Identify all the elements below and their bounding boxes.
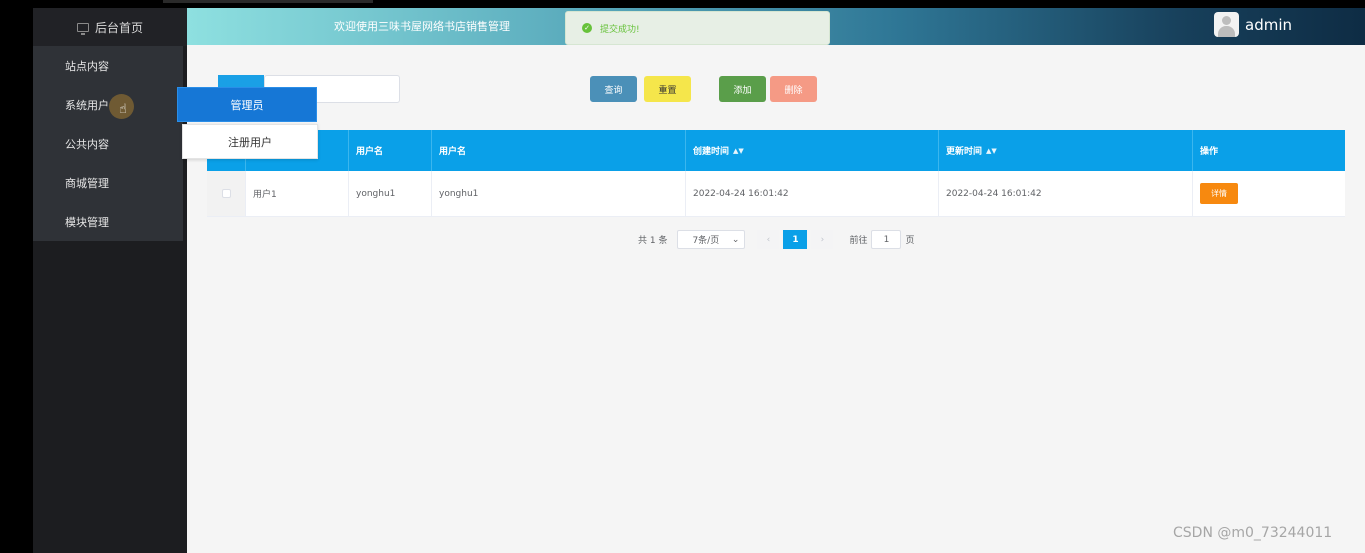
header-updated-time[interactable]: 更新时间 ▲▼ bbox=[939, 130, 1193, 171]
avatar-body bbox=[1218, 26, 1235, 37]
submenu-item-registered-users[interactable]: 注册用户 bbox=[182, 124, 318, 159]
user-table: 用户名 用户名 创建时间 ▲▼ 更新时间 ▲▼ 操作 用户1 yonghu1 y… bbox=[207, 130, 1345, 217]
sort-icon[interactable]: ▲▼ bbox=[733, 147, 744, 155]
header-username[interactable]: admin bbox=[1245, 16, 1292, 34]
query-button[interactable]: 查询 bbox=[590, 76, 637, 102]
header-actions: 操作 bbox=[1200, 147, 1219, 157]
row-select-cell bbox=[207, 171, 246, 216]
page-size-value: 7条/页 bbox=[692, 236, 720, 246]
cell-name: 用户1 bbox=[246, 171, 349, 216]
sidebar-item-label: 模块管理 bbox=[65, 215, 109, 229]
delete-button[interactable]: 删除 bbox=[770, 76, 817, 102]
top-black-strip bbox=[0, 0, 1365, 8]
sort-icon[interactable]: ▲▼ bbox=[986, 147, 997, 155]
table-header: 用户名 用户名 创建时间 ▲▼ 更新时间 ▲▼ 操作 bbox=[207, 130, 1345, 171]
top-marker bbox=[163, 0, 373, 3]
pagination: 共 1 条 7条/页 ⌄ ‹ 1 › 前往 1 页 bbox=[638, 230, 914, 249]
left-black-margin bbox=[0, 8, 33, 553]
avatar-head bbox=[1222, 16, 1231, 25]
goto-page-input[interactable]: 1 bbox=[871, 230, 902, 249]
cell-username: yonghu1 bbox=[349, 171, 432, 216]
success-toast: ✓ 提交成功! bbox=[565, 11, 830, 45]
header-username: 用户名 bbox=[349, 130, 432, 171]
sidebar-item-shop-management[interactable]: 商城管理 bbox=[33, 163, 183, 202]
sidebar-item-label: 站点内容 bbox=[65, 59, 109, 73]
cell-username-2: yonghu1 bbox=[432, 171, 686, 216]
reset-button[interactable]: 重置 bbox=[644, 76, 691, 102]
sidebar-menu: 站点内容 系统用户 ☝ 公共内容 商城管理 模块管理 bbox=[33, 46, 183, 241]
prev-page-button[interactable]: ‹ bbox=[757, 230, 780, 249]
table-row: 用户1 yonghu1 yonghu1 2022-04-24 16:01:42 … bbox=[207, 171, 1345, 217]
sidebar-item-site-content[interactable]: 站点内容 bbox=[33, 46, 183, 85]
sidebar-home[interactable]: 后台首页 bbox=[33, 8, 187, 46]
page-number-current[interactable]: 1 bbox=[783, 230, 808, 249]
row-checkbox[interactable] bbox=[221, 189, 231, 198]
system-users-submenu: 管理员 注册用户 bbox=[177, 87, 318, 159]
submenu-item-admin[interactable]: 管理员 bbox=[177, 87, 317, 122]
sidebar-item-system-users[interactable]: 系统用户 ☝ bbox=[33, 85, 183, 124]
sidebar-home-label: 后台首页 bbox=[94, 20, 143, 35]
avatar[interactable] bbox=[1214, 12, 1239, 37]
page-size-select[interactable]: 7条/页 ⌄ bbox=[677, 230, 746, 249]
header-username-2: 用户名 bbox=[432, 130, 686, 171]
watermark: CSDN @m0_73244011 bbox=[1173, 525, 1333, 541]
header-title: 欢迎使用三味书屋网络书店销售管理 bbox=[334, 20, 510, 33]
next-page-button[interactable]: › bbox=[811, 230, 834, 249]
chevron-down-icon: ⌄ bbox=[731, 234, 740, 245]
header-created-label: 创建时间 bbox=[693, 147, 730, 157]
sidebar-item-public-content[interactable]: 公共内容 bbox=[33, 124, 183, 163]
sidebar: 后台首页 站点内容 系统用户 ☝ 公共内容 商城管理 模块管理 bbox=[33, 8, 187, 553]
header-updated-label: 更新时间 bbox=[946, 147, 983, 157]
cell-updated-time: 2022-04-24 16:01:42 bbox=[939, 171, 1193, 216]
chevron-left-icon: ‹ bbox=[766, 234, 771, 245]
sidebar-item-module-management[interactable]: 模块管理 bbox=[33, 202, 183, 241]
monitor-icon bbox=[76, 22, 89, 35]
goto-label: 前往 bbox=[849, 236, 868, 246]
add-button[interactable]: 添加 bbox=[719, 76, 766, 102]
main-content: 欢迎使用三味书屋网络书店销售管理 admin ✓ 提交成功! 用户名 查询 重置… bbox=[187, 8, 1365, 553]
header-created-time[interactable]: 创建时间 ▲▼ bbox=[686, 130, 939, 171]
hand-cursor-icon: ☝ bbox=[119, 102, 127, 117]
pagination-total: 共 1 条 bbox=[638, 236, 668, 246]
cell-created-time: 2022-04-24 16:01:42 bbox=[686, 171, 939, 216]
chevron-right-icon: › bbox=[820, 234, 825, 245]
check-circle-icon: ✓ bbox=[582, 23, 592, 33]
detail-button[interactable]: 详情 bbox=[1200, 183, 1238, 204]
page-suffix: 页 bbox=[905, 236, 915, 246]
sidebar-item-label: 商城管理 bbox=[65, 176, 109, 190]
sidebar-item-label: 公共内容 bbox=[65, 137, 109, 151]
toast-message: 提交成功! bbox=[600, 24, 640, 35]
sidebar-item-label: 系统用户 bbox=[65, 98, 109, 112]
cell-actions: 详情 bbox=[1193, 171, 1345, 216]
